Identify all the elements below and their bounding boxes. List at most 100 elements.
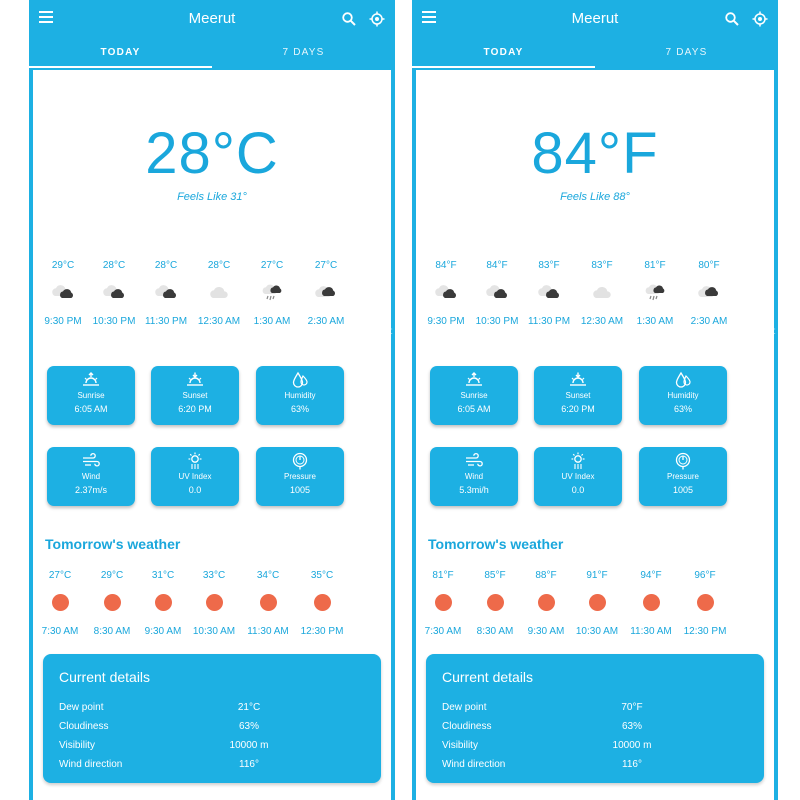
tomorrow-time: 7:30 AM (41, 626, 79, 637)
hourly-forecast[interactable]: 29°C 9:30 PM 28°C 10:30 PM 28°C 11:30 PM… (33, 260, 391, 340)
hourly-item: 83°F 12:30 AM (572, 260, 632, 327)
sun-icon (205, 594, 223, 611)
tomorrow-item: 27°C 7:30 AM (30, 570, 90, 637)
tab-today[interactable]: TODAY (412, 38, 595, 68)
sun-icon (486, 594, 504, 611)
cloudy-night-icon (697, 282, 721, 302)
tomorrow-title: Tomorrow's weather (428, 536, 564, 552)
sun-icon (259, 594, 277, 611)
tile-pressure[interactable]: Pressure 1005 (639, 447, 727, 506)
tile-label: Sunrise (77, 391, 105, 400)
tile-sunrise[interactable]: Sunrise 6:05 AM (47, 366, 135, 425)
tile-uv-index[interactable]: UV Index 0.0 (534, 447, 622, 506)
sun-icon (51, 594, 69, 611)
hourly-time: 1:30 AM (253, 316, 291, 327)
scroll-indicator: : (390, 326, 393, 337)
sun-icon (696, 594, 714, 611)
tile-value: 0.0 (571, 485, 585, 495)
sun-icon (537, 594, 555, 611)
tomorrow-time: 12:30 PM (683, 626, 727, 637)
cloud-icon (207, 282, 231, 302)
detail-label: Visibility (59, 740, 95, 751)
my-location-icon[interactable] (369, 11, 385, 27)
detail-label: Wind direction (59, 759, 123, 770)
search-icon[interactable] (341, 11, 357, 27)
detail-value: 10000 m (612, 740, 652, 751)
hourly-forecast[interactable]: 84°F 9:30 PM 84°F 10:30 PM 83°F 11:30 PM… (416, 260, 774, 340)
hourly-time: 11:30 PM (144, 316, 188, 327)
pressure-icon (674, 452, 692, 470)
scroll-indicator: : (773, 326, 776, 337)
tile-pressure[interactable]: Pressure 1005 (256, 447, 344, 506)
detail-row: Cloudiness 63% (59, 721, 365, 735)
rain-night-icon (260, 282, 284, 302)
tile-label: Sunset (182, 391, 208, 400)
hourly-temp: 27°C (314, 260, 338, 271)
sun-icon (154, 594, 172, 611)
tab-7-days[interactable]: 7 DAYS (595, 38, 778, 68)
hourly-time: 11:30 PM (527, 316, 571, 327)
tile-sunset[interactable]: Sunset 6:20 PM (151, 366, 239, 425)
tomorrow-item: 96°F 12:30 PM (675, 570, 735, 637)
tile-label: UV Index (178, 472, 212, 481)
detail-value: 63% (238, 721, 259, 732)
detail-value: 116° (622, 759, 642, 770)
search-icon[interactable] (724, 11, 740, 27)
tile-value: 2.37m/s (74, 485, 107, 495)
tile-value: 0.0 (188, 485, 202, 495)
sun-icon (313, 594, 331, 611)
detail-label: Dew point (59, 702, 104, 713)
cloud-icon (590, 282, 614, 302)
today-content: 28°C Feels Like 31° 29°C 9:30 PM 28°C 10… (30, 70, 393, 800)
hourly-temp: 83°F (591, 260, 613, 271)
hourly-item: 81°F 1:30 AM (625, 260, 685, 327)
tomorrow-temp: 94°F (640, 570, 662, 581)
cloudy-night-icon (314, 282, 338, 302)
tile-label: Sunset (565, 391, 591, 400)
hourly-item: 28°C 10:30 PM (84, 260, 144, 327)
app-bar: Meerut (29, 0, 395, 38)
uv-index-icon (186, 452, 204, 470)
hourly-item: 83°F 11:30 PM (519, 260, 579, 327)
cloudy-night-icon (102, 282, 126, 302)
my-location-icon[interactable] (752, 11, 768, 27)
uv-index-icon (569, 452, 587, 470)
tab-7-days[interactable]: 7 DAYS (212, 38, 395, 68)
detail-row: Dew point 70°F (442, 702, 748, 716)
hourly-time: 1:30 AM (636, 316, 674, 327)
hourly-time: 10:30 PM (92, 316, 136, 327)
hourly-item: 27°C 2:30 AM (296, 260, 356, 327)
detail-value: 10000 m (229, 740, 269, 751)
tile-sunset[interactable]: Sunset 6:20 PM (534, 366, 622, 425)
tile-label: Pressure (283, 472, 316, 481)
tomorrow-item: 81°F 7:30 AM (413, 570, 473, 637)
tomorrow-item: 33°C 10:30 AM (184, 570, 244, 637)
tile-uv-index[interactable]: UV Index 0.0 (151, 447, 239, 506)
tomorrow-time: 10:30 AM (575, 626, 619, 637)
wind-icon (82, 452, 100, 470)
tomorrow-time: 11:30 AM (630, 626, 672, 637)
tile-wind[interactable]: Wind 5.3mi/h (430, 447, 518, 506)
tab-today[interactable]: TODAY (29, 38, 212, 68)
hourly-time: 10:30 PM (475, 316, 519, 327)
pressure-icon (291, 452, 309, 470)
tile-humidity[interactable]: Humidity 63% (639, 366, 727, 425)
tile-humidity[interactable]: Humidity 63% (256, 366, 344, 425)
tomorrow-temp: 27°C (48, 570, 72, 581)
tomorrow-item: 94°F 11:30 AM (621, 570, 681, 637)
hourly-item: 84°F 10:30 PM (467, 260, 527, 327)
hourly-temp: 28°C (207, 260, 231, 271)
tile-wind[interactable]: Wind 2.37m/s (47, 447, 135, 506)
cloudy-night-icon (434, 282, 458, 302)
hourly-time: 12:30 AM (197, 316, 241, 327)
rain-night-icon (643, 282, 667, 302)
tile-sunrise[interactable]: Sunrise 6:05 AM (430, 366, 518, 425)
tile-label: Wind (464, 472, 484, 481)
cloudy-night-icon (537, 282, 561, 302)
detail-value: 116° (239, 759, 259, 770)
tomorrow-time: 7:30 AM (424, 626, 462, 637)
detail-value: 21°C (237, 702, 261, 713)
tile-label: Sunrise (460, 391, 488, 400)
details-title: Current details (59, 669, 151, 685)
tile-value: 6:20 PM (561, 404, 595, 414)
